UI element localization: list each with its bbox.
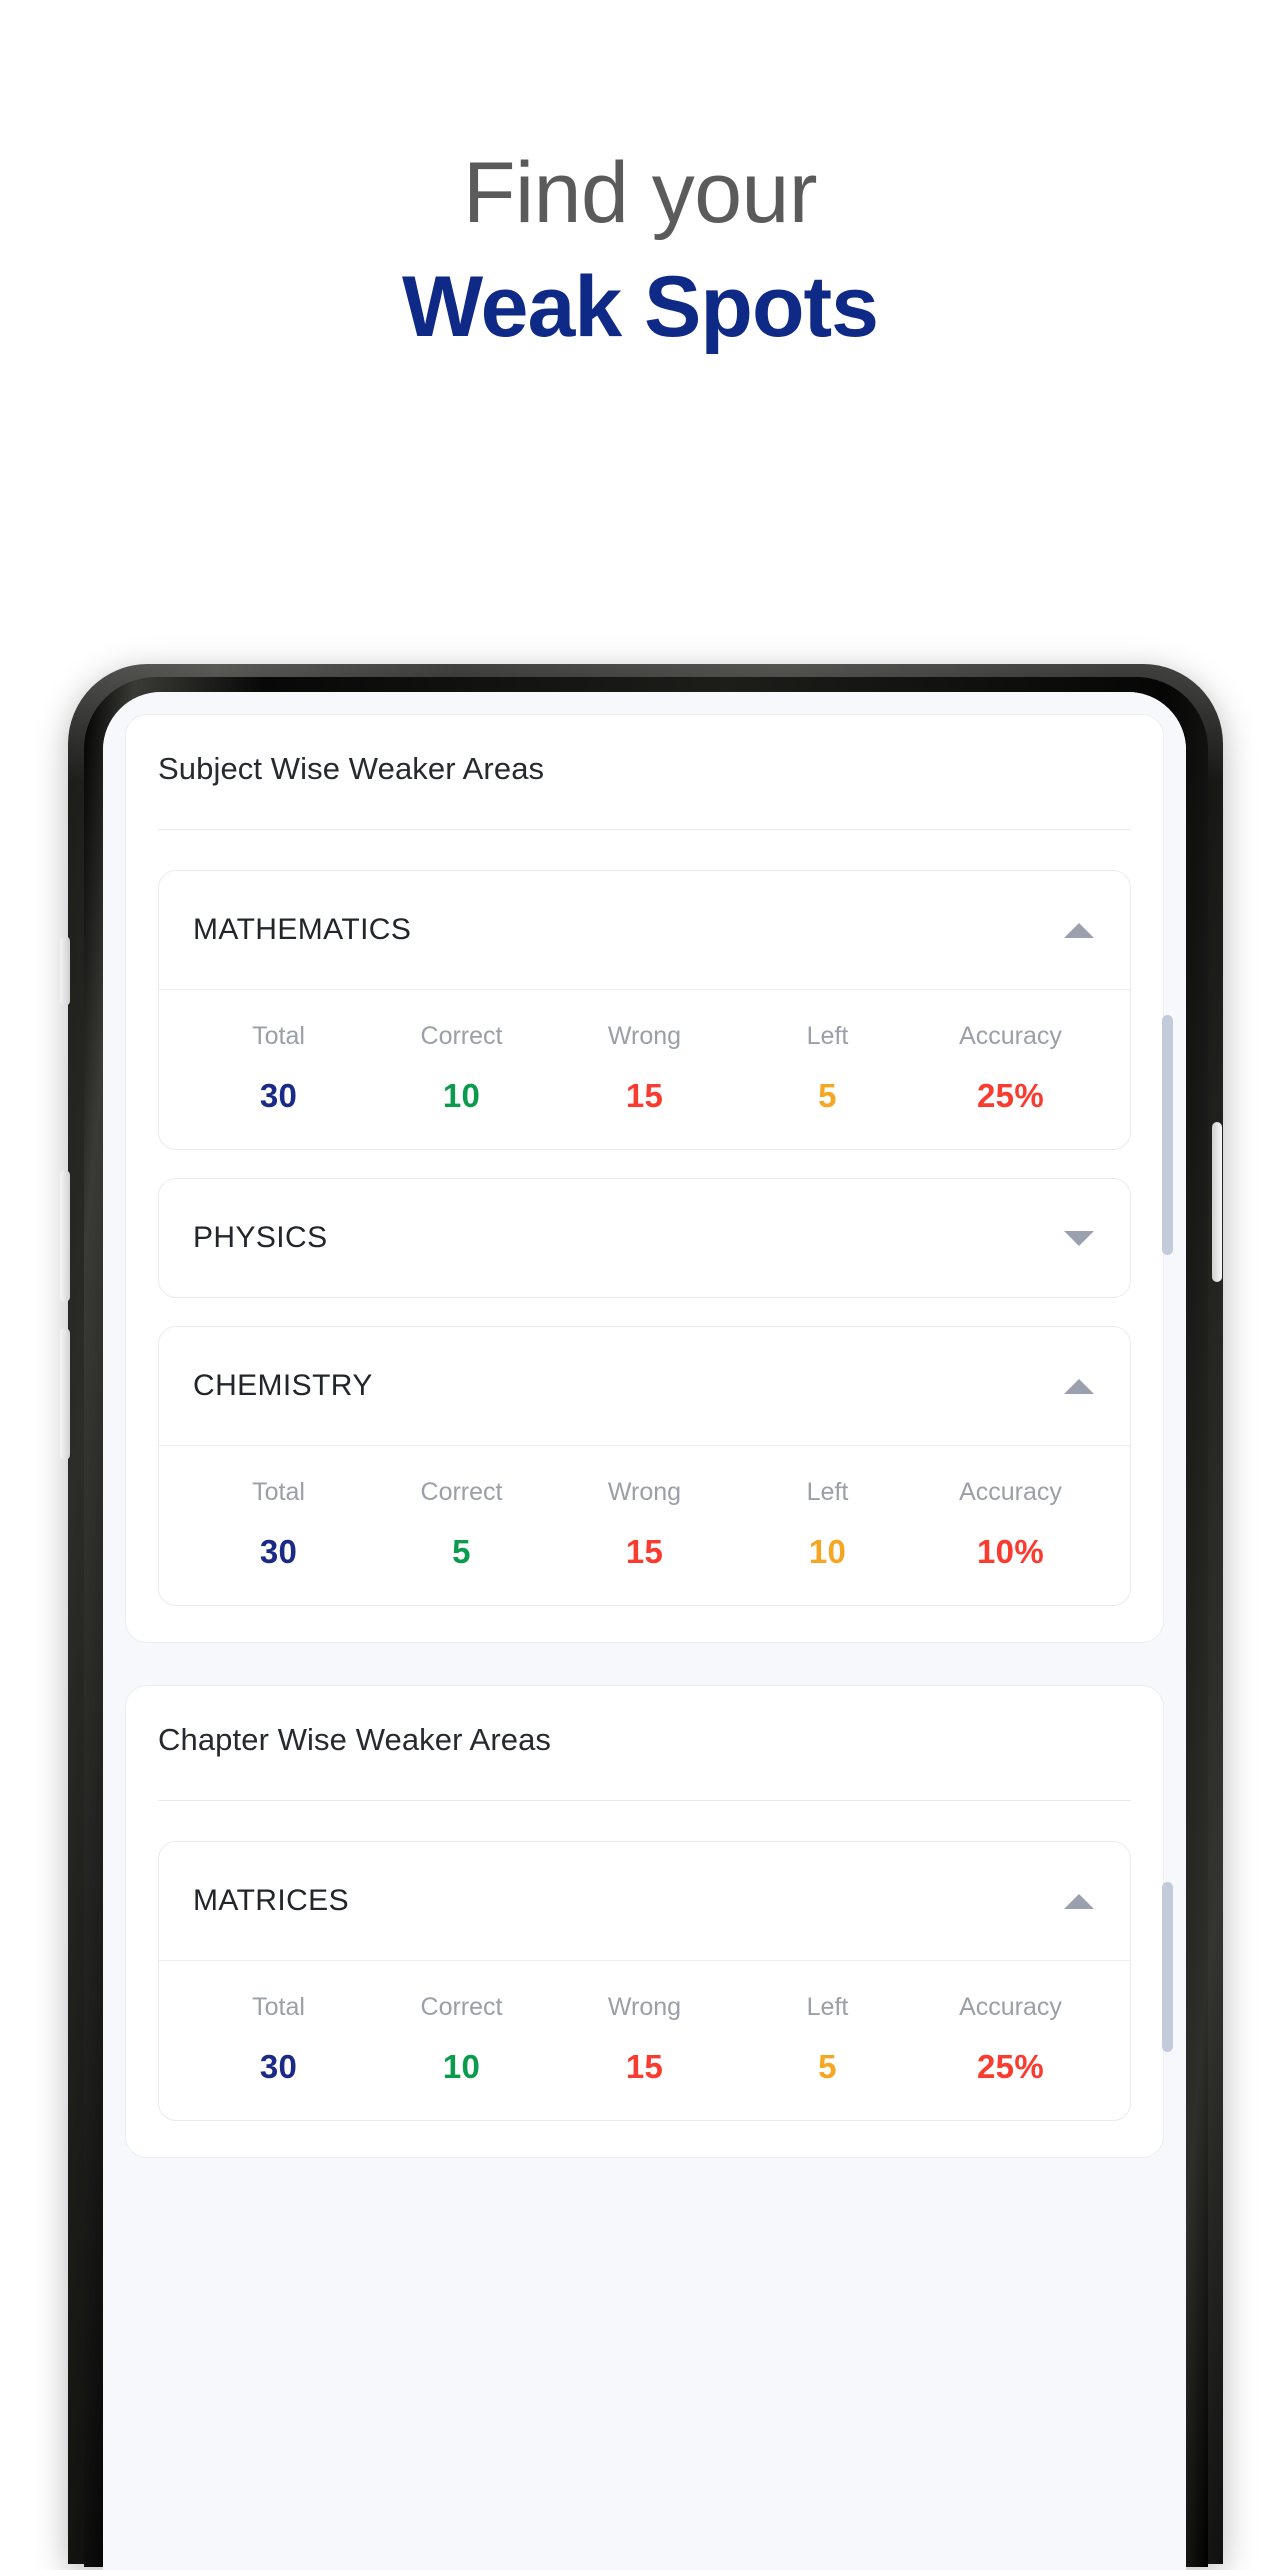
- stat-accuracy: Accuracy 25%: [919, 1993, 1102, 2086]
- stat-label-correct: Correct: [420, 1993, 503, 2021]
- accordion-chemistry-body: Total 30 Correct 5 Wrong 15 Left 10 Accu…: [159, 1445, 1130, 1605]
- phone-volume-down-button[interactable]: [60, 1328, 70, 1460]
- stat-value-correct: 10: [442, 1077, 481, 1114]
- stat-value-left: 5: [818, 1077, 837, 1114]
- chapter-wise-panel-title: Chapter Wise Weaker Areas: [158, 1722, 552, 1757]
- stat-accuracy: Accuracy 25%: [919, 1022, 1102, 1115]
- triangle-up-icon[interactable]: [1064, 922, 1094, 938]
- stat-left: Left 5: [736, 1022, 919, 1115]
- accordion-matrices[interactable]: MATRICES Total 30 Correct 10 Wrong 15 Le…: [158, 1841, 1131, 2121]
- phone-mockup: Subject Wise Weaker Areas MATHEMATICS To…: [0, 664, 1280, 2570]
- panel-divider: [158, 1800, 1131, 1801]
- phone-screen: Subject Wise Weaker Areas MATHEMATICS To…: [103, 692, 1186, 2570]
- phone-mute-switch[interactable]: [60, 936, 70, 1006]
- stat-label-correct: Correct: [420, 1022, 503, 1050]
- stat-value-correct: 10: [442, 2048, 481, 2085]
- stat-value-total: 30: [259, 1077, 298, 1114]
- stat-wrong: Wrong 15: [553, 1022, 736, 1115]
- accordion-physics[interactable]: PHYSICS: [158, 1178, 1131, 1298]
- stat-value-accuracy: 25%: [977, 1077, 1044, 1114]
- stat-label-correct: Correct: [420, 1478, 503, 1506]
- stat-total: Total 30: [187, 1478, 370, 1571]
- hero-headline: Find your Weak Spots: [0, 0, 1280, 350]
- stat-value-wrong: 15: [625, 2048, 664, 2085]
- stat-label-accuracy: Accuracy: [959, 1478, 1062, 1506]
- stat-total: Total 30: [187, 1022, 370, 1115]
- stat-value-left: 10: [808, 1533, 847, 1570]
- subject-panel-scrollbar[interactable]: [1162, 1015, 1173, 1255]
- accordion-chemistry[interactable]: CHEMISTRY Total 30 Correct 5 Wrong 15 Le…: [158, 1326, 1131, 1606]
- stat-row: Total 30 Correct 5 Wrong 15 Left 10 Accu…: [181, 1478, 1108, 1571]
- accordion-mathematics-label: MATHEMATICS: [193, 913, 412, 946]
- stat-label-wrong: Wrong: [607, 1993, 682, 2021]
- stat-label-total: Total: [252, 1022, 305, 1050]
- stat-label-left: Left: [806, 1993, 849, 2021]
- phone-power-button[interactable]: [1212, 1122, 1222, 1282]
- stat-wrong: Wrong 15: [553, 1993, 736, 2086]
- stat-total: Total 30: [187, 1993, 370, 2086]
- stat-left: Left 10: [736, 1478, 919, 1571]
- triangle-up-icon[interactable]: [1064, 1378, 1094, 1394]
- stat-label-wrong: Wrong: [607, 1478, 682, 1506]
- stat-value-total: 30: [259, 2048, 298, 2085]
- panel-divider: [158, 829, 1131, 830]
- stat-label-left: Left: [806, 1478, 849, 1506]
- stat-left: Left 5: [736, 1993, 919, 2086]
- chapter-wise-panel: Chapter Wise Weaker Areas MATRICES Total…: [125, 1685, 1173, 2158]
- stat-label-accuracy: Accuracy: [959, 1022, 1062, 1050]
- stat-label-total: Total: [252, 1993, 305, 2021]
- stat-label-left: Left: [806, 1022, 849, 1050]
- accordion-mathematics-header[interactable]: MATHEMATICS: [159, 871, 1130, 989]
- stat-correct: Correct 10: [370, 1993, 553, 2086]
- accordion-matrices-header[interactable]: MATRICES: [159, 1842, 1130, 1960]
- app-scroll-view[interactable]: Subject Wise Weaker Areas MATHEMATICS To…: [103, 692, 1186, 2570]
- accordion-physics-label: PHYSICS: [193, 1221, 328, 1254]
- subject-wise-panel-title: Subject Wise Weaker Areas: [158, 751, 545, 786]
- stat-label-total: Total: [252, 1478, 305, 1506]
- headline-line-1: Find your: [463, 145, 818, 241]
- stat-label-wrong: Wrong: [607, 1022, 682, 1050]
- accordion-chemistry-header[interactable]: CHEMISTRY: [159, 1327, 1130, 1445]
- stat-value-wrong: 15: [625, 1077, 664, 1114]
- accordion-chemistry-label: CHEMISTRY: [193, 1369, 373, 1402]
- accordion-mathematics[interactable]: MATHEMATICS Total 30 Correct 10 Wrong 15…: [158, 870, 1131, 1150]
- stat-value-accuracy: 25%: [977, 2048, 1044, 2085]
- stat-value-total: 30: [259, 1533, 298, 1570]
- stat-wrong: Wrong 15: [553, 1478, 736, 1571]
- stat-row: Total 30 Correct 10 Wrong 15 Left 5 Accu…: [181, 1022, 1108, 1115]
- accordion-physics-header[interactable]: PHYSICS: [159, 1179, 1130, 1297]
- stat-row: Total 30 Correct 10 Wrong 15 Left 5 Accu…: [181, 1993, 1108, 2086]
- chapter-panel-scrollbar[interactable]: [1162, 1882, 1173, 2052]
- stat-value-wrong: 15: [625, 1533, 664, 1570]
- stat-label-accuracy: Accuracy: [959, 1993, 1062, 2021]
- accordion-matrices-body: Total 30 Correct 10 Wrong 15 Left 5 Accu…: [159, 1960, 1130, 2120]
- subject-wise-panel: Subject Wise Weaker Areas MATHEMATICS To…: [125, 714, 1173, 1643]
- headline-line-2: Weak Spots: [402, 259, 879, 355]
- stat-value-left: 5: [818, 2048, 837, 2085]
- stat-value-accuracy: 10%: [977, 1533, 1044, 1570]
- stat-correct: Correct 5: [370, 1478, 553, 1571]
- accordion-matrices-label: MATRICES: [193, 1884, 349, 1917]
- triangle-up-icon[interactable]: [1064, 1893, 1094, 1909]
- stat-accuracy: Accuracy 10%: [919, 1478, 1102, 1571]
- accordion-mathematics-body: Total 30 Correct 10 Wrong 15 Left 5 Accu…: [159, 989, 1130, 1149]
- stat-correct: Correct 10: [370, 1022, 553, 1115]
- triangle-down-icon[interactable]: [1064, 1230, 1094, 1246]
- stat-value-correct: 5: [452, 1533, 471, 1570]
- phone-volume-up-button[interactable]: [60, 1170, 70, 1302]
